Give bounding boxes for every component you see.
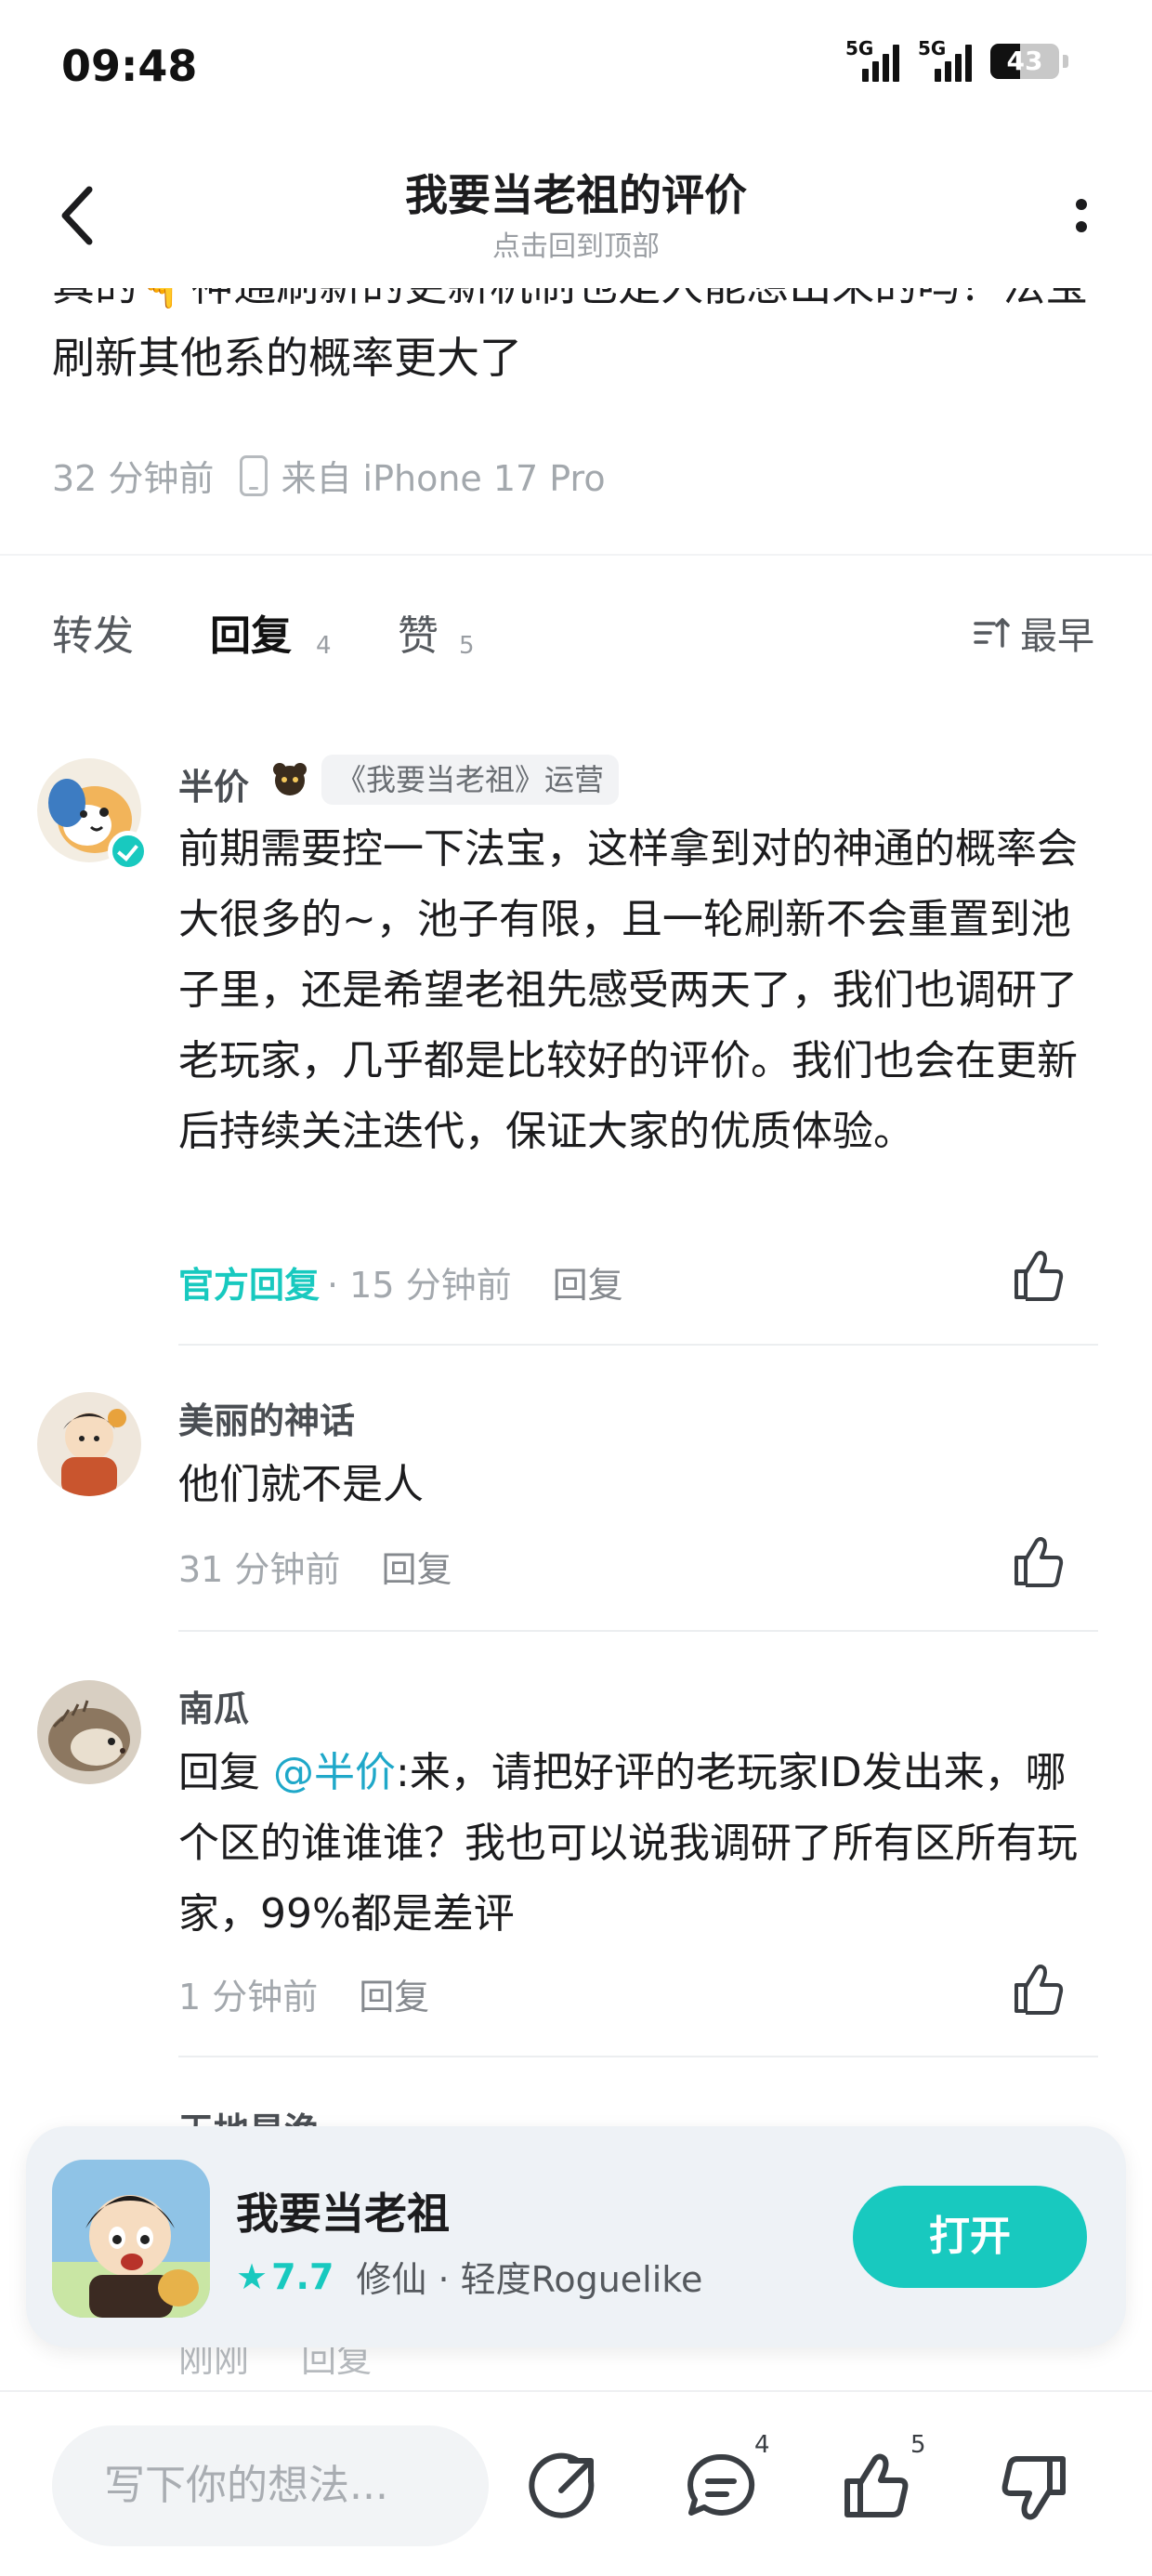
status-bar: 09:48 5G 5G 43 (0, 0, 1152, 139)
comment-text: 他们就不是人 (178, 1461, 424, 1508)
nav-bar: 我要当老祖的评价 点击回到顶部 (0, 139, 1152, 288)
reply-button[interactable]: 回复 (359, 1968, 429, 2019)
post-time: 32 分钟前 (52, 458, 215, 499)
app-name: 我要当老祖 (236, 2188, 450, 2239)
comment-meta: 1 分钟前 回复 (178, 1968, 429, 2019)
reply-button[interactable]: 回复 (553, 1256, 623, 1308)
signal-icon: 5G (845, 37, 899, 82)
post-meta: 32 分钟前 来自 iPhone 17 Pro (52, 450, 606, 501)
sort-button[interactable]: 最早 (972, 606, 1094, 660)
sort-icon (974, 618, 1010, 648)
star-icon: ★ (236, 2255, 268, 2297)
comment-text: 前期需要控一下法宝，这样拿到对的神通的概率会大很多的~，池子有限，且一轮刷新不会… (178, 825, 1078, 1155)
comment-time: 1 分钟前 (178, 1977, 319, 2017)
tab-like[interactable]: 赞5 (398, 602, 475, 662)
active-tab-indicator (216, 662, 292, 671)
page-title: 我要当老祖的评价 (405, 170, 747, 220)
share-icon[interactable] (528, 2450, 602, 2524)
comment-text: 回复 @半价:来，请把好评的老玩家ID发出来，哪个区的谁谁谁？我也可以说我调研了… (178, 1749, 1078, 1938)
battery-level: 43 (1006, 46, 1043, 76)
developer-badge-icon (273, 763, 307, 795)
comment-input[interactable]: 写下你的想法... (52, 2425, 489, 2546)
thumbs-up-icon[interactable] (1009, 1245, 1068, 1305)
app-rating: ★ 7.7 (236, 2255, 334, 2297)
app-info: ★ 7.7 修仙 · 轻度Roguelike (236, 2251, 702, 2302)
comment-author[interactable]: 半价 (178, 758, 249, 809)
app-category: 修仙 · 轻度Roguelike (356, 2259, 703, 2300)
open-app-button[interactable]: 打开 (853, 2186, 1087, 2288)
reply-count: 4 (316, 632, 332, 660)
status-icons: 5G 5G 43 (845, 37, 1068, 82)
divider (0, 554, 1152, 556)
battery-icon: 43 (990, 44, 1059, 79)
app-promo-card[interactable]: 我要当老祖 ★ 7.7 修仙 · 轻度Roguelike 打开 (26, 2126, 1126, 2347)
thumbs-up-icon[interactable] (1009, 1531, 1068, 1591)
comment-author[interactable]: 美丽的神话 (178, 1392, 355, 1443)
comment-meta: 官方回复 · 15 分钟前 回复 (178, 1256, 623, 1308)
avatar[interactable] (37, 1392, 141, 1496)
phone-icon (240, 454, 268, 496)
more-icon[interactable] (1063, 184, 1100, 258)
like-count: 5 (459, 632, 475, 660)
comment-author[interactable]: 南瓜 (178, 1680, 249, 1731)
scroll-to-top-link[interactable]: 点击回到顶部 (0, 223, 1152, 264)
comment-icon[interactable] (684, 2450, 758, 2524)
mention-link[interactable]: @半价 (273, 1749, 396, 1796)
status-time: 09:48 (61, 41, 198, 91)
verified-badge-icon (108, 831, 149, 872)
thumbs-up-icon[interactable] (840, 2450, 914, 2524)
thumbs-up-icon[interactable] (1009, 1959, 1068, 2018)
bottom-action-bar: 写下你的想法... 4 5 (0, 2390, 1152, 2576)
avatar[interactable] (37, 1680, 141, 1784)
tab-repost[interactable]: 转发 (52, 602, 134, 662)
like-count: 5 (910, 2431, 926, 2459)
role-badge: 《我要当老祖》运营 (321, 755, 620, 805)
comment-count: 4 (754, 2431, 770, 2459)
signal-icon: 5G (918, 37, 972, 82)
comment-meta: 31 分钟前 回复 (178, 1541, 452, 1592)
post-device: 来自 iPhone 17 Pro (281, 458, 606, 499)
app-icon[interactable] (52, 2160, 210, 2318)
thumbs-down-icon[interactable] (996, 2450, 1070, 2524)
reply-button[interactable]: 回复 (381, 1541, 452, 1592)
tab-bar: 转发 回复 4 赞5 最早 (0, 595, 1152, 688)
tab-reply[interactable]: 回复 4 (210, 602, 332, 662)
comment-time: 31 分钟前 (178, 1549, 341, 1590)
comment-time: · 15 分钟前 (327, 1265, 512, 1306)
official-reply-tag: 官方回复 (178, 1265, 321, 1306)
